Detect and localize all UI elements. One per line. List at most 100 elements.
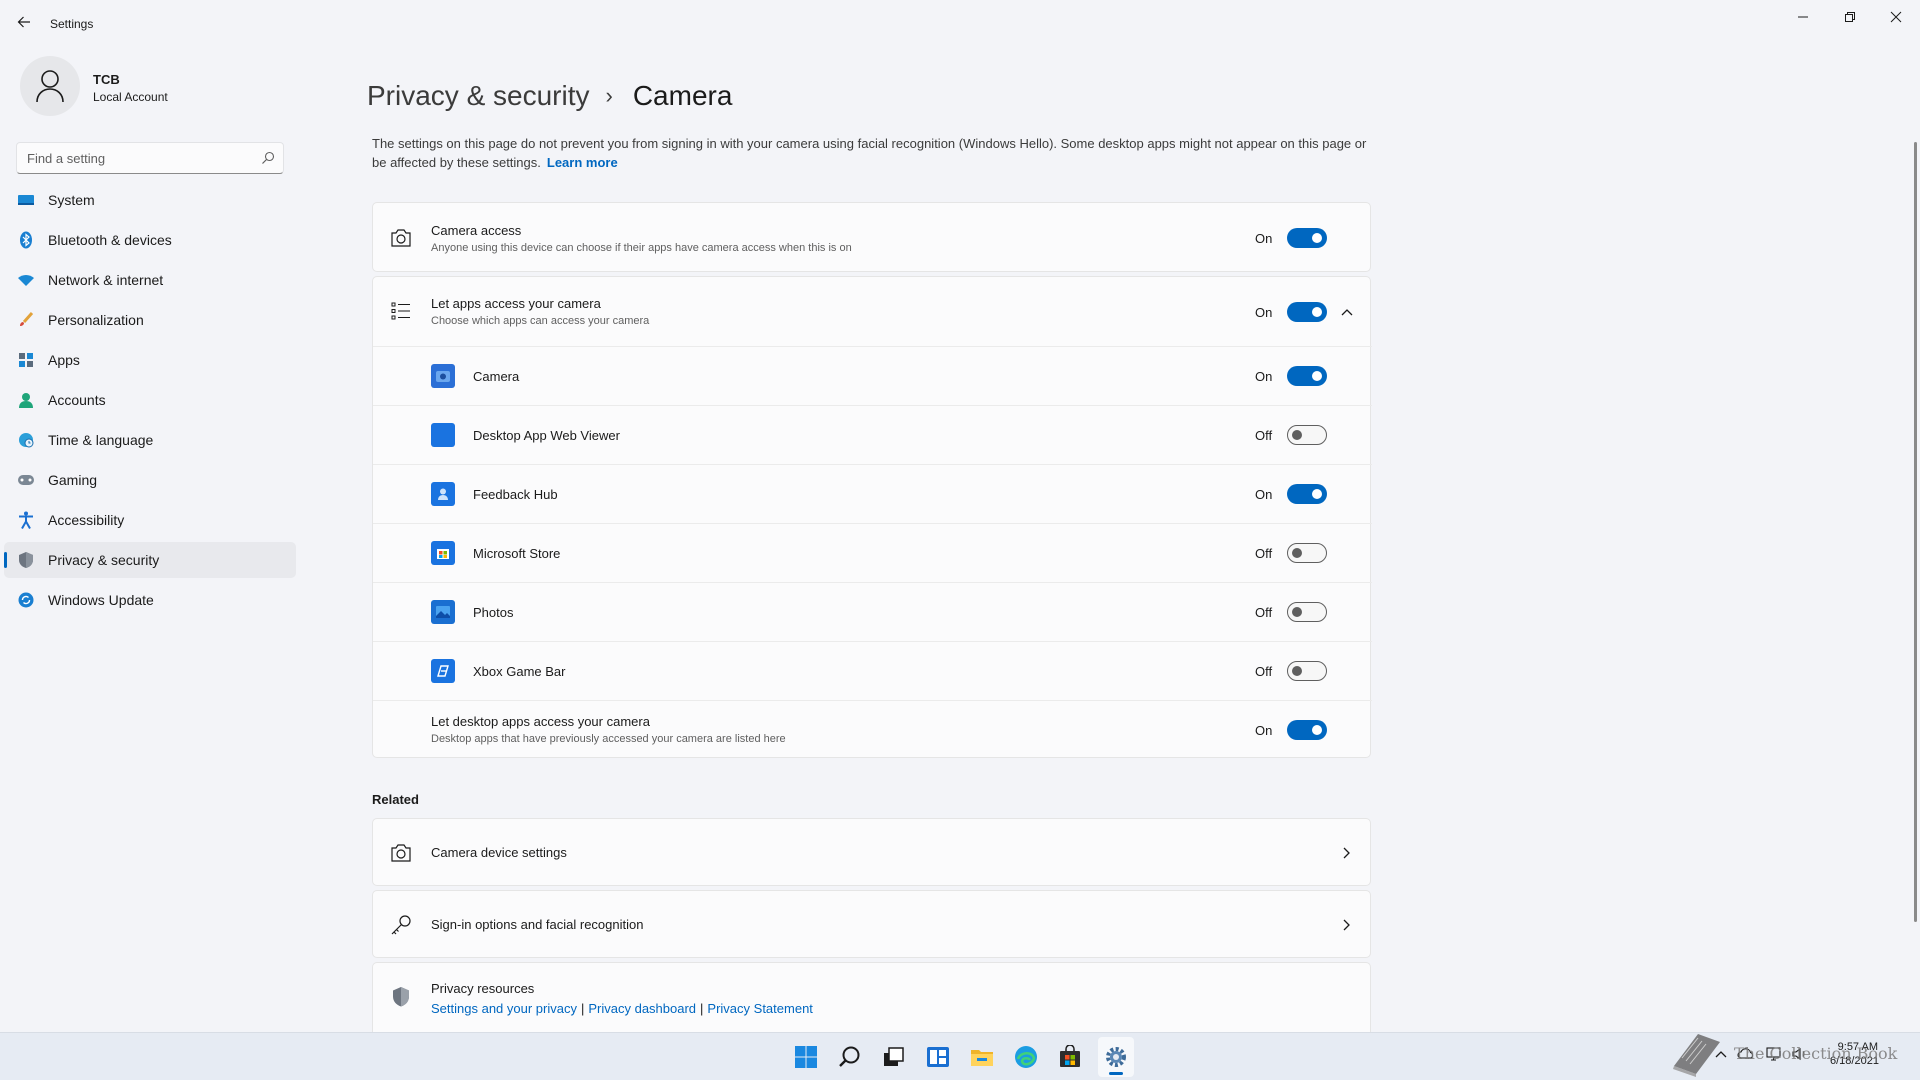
link-separator: | [580,1001,585,1016]
camera-access-toggle[interactable] [1287,228,1327,248]
link-separator: | [700,1001,704,1016]
chevron-up-icon[interactable] [1339,304,1355,320]
back-button[interactable] [12,10,36,34]
privacy-resources-links: Settings and your privacy | Privacy dashbo… [431,1000,813,1018]
let-apps-row[interactable]: Let apps access your camera Choose which… [373,277,1372,346]
sidebar-item-privacy-security[interactable]: Privacy & security [4,542,296,578]
desktop-apps-row: Let desktop apps access your camera Desk… [373,701,1372,759]
desktop-apps-subtitle: Desktop apps that have previously access… [431,733,786,745]
camera-device-settings-label: Camera device settings [431,845,567,860]
let-apps-title: Let apps access your camera [431,296,601,311]
book-icon [1673,1034,1720,1077]
page-title: Camera [632,80,733,111]
microsoft-store-toggle[interactable] [1287,543,1327,563]
breadcrumb-separator: › [605,83,613,108]
sidebar-item-label: Privacy & security [48,552,160,568]
app-name: Xbox Game Bar [473,664,566,679]
settings-and-privacy-link[interactable]: Settings and your privacy [431,1001,577,1016]
user-profile[interactable]: TCB Local Account [20,56,300,116]
camera-app-icon [431,364,455,388]
sidebar-item-accounts[interactable]: Accounts [4,382,296,418]
minimize-button[interactable] [1780,4,1826,30]
start-button[interactable] [792,1043,820,1071]
camera-access-card: Camera access Anyone using this device c… [372,202,1371,272]
camera-access-subtitle: Anyone using this device can choose if t… [431,242,852,254]
globe-clock-icon [16,430,36,450]
privacy-resources-card: Privacy resources Settings and your priv… [372,962,1371,1032]
shield-icon [389,985,413,1009]
sidebar-item-windows-update[interactable]: Windows Update [4,582,296,618]
app-state: On [1255,487,1273,502]
desktop-web-viewer-toggle[interactable] [1287,425,1327,445]
camera-access-state: On [1255,231,1273,246]
task-view-button[interactable] [880,1043,908,1071]
edge-button[interactable] [1012,1043,1040,1071]
let-apps-toggle[interactable] [1287,302,1327,322]
let-apps-state: On [1255,305,1273,320]
app-row-photos: Photos Off [373,583,1372,641]
sidebar-item-accessibility[interactable]: Accessibility [4,502,296,538]
app-state: Off [1255,428,1273,443]
app-state: Off [1255,546,1273,561]
breadcrumb-parent[interactable]: Privacy & security [367,80,590,112]
chevron-right-icon [1339,845,1355,861]
widgets-button[interactable] [924,1043,952,1071]
xbox-game-bar-toggle[interactable] [1287,661,1327,681]
person-icon [16,390,36,410]
sidebar-item-label: Windows Update [48,592,154,608]
store-icon [1060,1045,1080,1067]
learn-more-link[interactable]: Learn more [547,155,618,170]
update-icon [16,590,36,610]
search-input[interactable] [17,143,247,173]
sidebar-item-personalization[interactable]: Personalization [4,302,296,338]
edge-icon [1015,1046,1037,1068]
app-row-xbox-game-bar: Xbox Game Bar Off [373,642,1372,700]
settings-icon [1106,1047,1126,1067]
app-name: Camera [473,369,520,384]
camera-app-toggle[interactable] [1287,366,1327,386]
close-icon [1890,11,1902,23]
sidebar-item-apps[interactable]: Apps [4,342,296,378]
sign-in-options-card[interactable]: Sign-in options and facial recognition [372,890,1371,958]
privacy-statement-link[interactable]: Privacy Statement [707,1001,813,1016]
sidebar-item-label: System [48,192,95,208]
app-row-desktop-web-viewer: Desktop App Web Viewer Off [373,406,1372,464]
privacy-resources-title: Privacy resources [431,981,535,996]
desktop-apps-title: Let desktop apps access your camera [431,714,650,729]
app-row-microsoft-store: Microsoft Store Off [373,524,1372,582]
breadcrumb: Privacy & security › Camera [367,76,732,116]
sidebar-item-gaming[interactable]: Gaming [4,462,296,498]
brush-icon [16,310,36,330]
user-name: TCB [93,72,120,87]
file-explorer-icon [971,1050,993,1066]
app-row-camera: Camera On [373,347,1372,405]
bluetooth-icon [16,230,36,250]
settings-taskbar-button[interactable] [1102,1043,1130,1071]
restore-button[interactable] [1827,4,1873,30]
sidebar-item-time-language[interactable]: Time & language [4,422,296,458]
camera-device-settings-card[interactable]: Camera device settings [372,818,1371,886]
search-box[interactable] [16,142,284,174]
scrollbar[interactable] [1914,142,1917,922]
avatar [20,56,80,116]
taskbar-search-button[interactable] [836,1043,864,1071]
feedback-hub-toggle[interactable] [1287,484,1327,504]
store-button[interactable] [1056,1043,1084,1071]
person-icon [36,70,64,103]
privacy-dashboard-link[interactable]: Privacy dashboard [588,1001,696,1016]
app-name: Photos [473,605,514,620]
photos-toggle[interactable] [1287,602,1327,622]
sidebar-item-bluetooth[interactable]: Bluetooth & devices [4,222,296,258]
app-state: Off [1255,605,1273,620]
desktop-apps-toggle[interactable] [1287,720,1327,740]
app-name: Desktop App Web Viewer [473,428,620,443]
sidebar-item-label: Gaming [48,472,98,488]
sidebar-item-system[interactable]: System [4,182,296,218]
taskbar: 9:57 AM 6/18/2021 [0,1032,1920,1080]
close-button[interactable] [1873,4,1919,30]
sidebar-item-label: Accessibility [48,512,125,528]
sidebar-item-network[interactable]: Network & internet [4,262,296,298]
file-explorer-button[interactable] [968,1043,996,1071]
account-type: Local Account [93,90,168,104]
sidebar-item-label: Time & language [48,432,154,448]
